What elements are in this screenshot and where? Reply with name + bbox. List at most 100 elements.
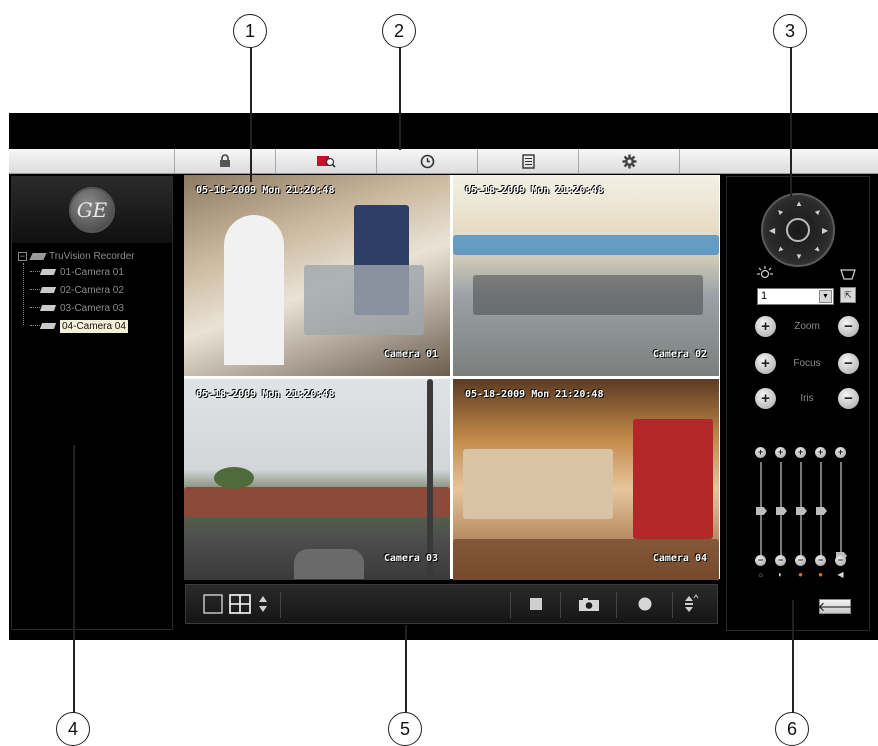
iris-open-button[interactable]: + — [755, 387, 776, 409]
image-slider-4[interactable]: + − ● — [815, 447, 827, 583]
video-tile-camera-02[interactable]: 05-18-2009 Mon 21:20:48 Camera 02 — [453, 175, 719, 376]
slider-increase-button[interactable]: + — [755, 447, 766, 458]
ptz-right-icon[interactable]: ▶ — [822, 227, 828, 235]
stop-button[interactable] — [516, 585, 556, 623]
wiper-icon[interactable] — [840, 268, 856, 280]
collapse-icon[interactable]: − — [18, 251, 27, 261]
record-button[interactable] — [622, 585, 668, 623]
callout-5: 5 — [388, 712, 422, 746]
goto-preset-icon: ⇱ — [844, 290, 852, 300]
zoom-label: Zoom — [794, 320, 820, 332]
focus-out-button[interactable]: − — [838, 352, 859, 374]
slider-thumb[interactable] — [816, 507, 827, 515]
lock-icon — [220, 154, 230, 167]
live-view-grid: 05-18-2009 Mon 21:20:48 Camera 01 05-18-… — [184, 175, 720, 580]
slider-increase-button[interactable]: + — [815, 447, 826, 458]
slider-increase-button[interactable]: + — [835, 447, 846, 458]
zoom-out-button[interactable]: − — [838, 315, 859, 337]
zoom-in-button[interactable]: + — [755, 315, 776, 337]
snapshot-button[interactable] — [566, 585, 612, 623]
goto-preset-button[interactable]: ⇱ — [840, 287, 856, 303]
camera-item-label: 04-Camera 04 — [60, 319, 128, 333]
callout-5-leader — [405, 625, 407, 718]
callout-6: 6 — [775, 712, 809, 746]
slider-decrease-button[interactable]: − — [815, 555, 826, 566]
search-button[interactable] — [275, 149, 376, 173]
ptz-auto-scan-icon[interactable] — [786, 218, 810, 242]
slider-thumb[interactable] — [756, 507, 767, 515]
lock-button[interactable] — [174, 149, 275, 173]
image-slider-1[interactable]: + − ☼ — [755, 447, 767, 583]
image-slider-3[interactable]: + − ● — [795, 447, 807, 583]
slider-track[interactable] — [840, 462, 842, 560]
slider-decrease-button[interactable]: − — [835, 555, 846, 566]
iris-label: Iris — [800, 392, 814, 404]
camera-list-panel: GE − TruVision Recorder 01-Camera 01 02-… — [11, 176, 173, 630]
camera-item-04[interactable]: 04-Camera 04 — [30, 317, 172, 335]
clock-icon — [420, 154, 434, 168]
single-view-button[interactable] — [202, 585, 224, 623]
image-slider-2[interactable]: + − ◐ — [775, 447, 787, 583]
camera-item-label: 02-Camera 02 — [60, 284, 124, 296]
video-tile-camera-01[interactable]: 05-18-2009 Mon 21:20:48 Camera 01 — [184, 175, 450, 376]
video-tile-camera-04[interactable]: 05-18-2009 Mon 21:20:48 Camera 04 — [453, 379, 719, 580]
ptz-left-icon[interactable]: ◀ — [769, 227, 775, 235]
record-icon — [638, 597, 652, 611]
focus-label: Focus — [793, 357, 821, 369]
stop-icon — [530, 598, 542, 610]
ptz-up-left-icon[interactable]: ▲ — [774, 206, 786, 218]
camera-item-02[interactable]: 02-Camera 02 — [30, 281, 172, 299]
iris-control: + Iris − — [755, 387, 859, 409]
camera-icon — [39, 323, 57, 329]
preset-select[interactable]: 1 ▼ — [757, 288, 834, 305]
single-view-icon — [203, 594, 223, 614]
layout-switch-icon — [259, 596, 267, 612]
ptz-down-right-icon[interactable]: ▼ — [812, 244, 824, 256]
settings-button[interactable] — [578, 149, 679, 173]
volume-adjust-button[interactable] — [676, 585, 706, 623]
slider-decrease-button[interactable]: − — [795, 555, 806, 566]
schedule-button[interactable] — [376, 149, 477, 173]
callout-3: 3 — [773, 14, 807, 48]
image-adjust-sliders: + − ☼ + − ◐ + − ● + − ● + − ◀ — [755, 447, 859, 583]
saturation-icon: ● — [798, 570, 803, 579]
ptz-down-left-icon[interactable]: ▼ — [774, 244, 786, 256]
video-tile-camera-03[interactable]: 05-18-2009 Mon 21:20:48 Camera 03 — [184, 379, 450, 580]
ptz-up-icon[interactable]: ▲ — [795, 200, 803, 208]
gear-icon — [622, 154, 636, 168]
focus-in-button[interactable]: + — [755, 352, 776, 374]
layout-switch-button[interactable] — [256, 585, 270, 623]
chevron-down-icon[interactable]: ▼ — [819, 290, 832, 303]
slider-decrease-button[interactable]: − — [755, 555, 766, 566]
recorder-icon — [29, 252, 47, 260]
image-slider-5[interactable]: + − ◀ — [835, 447, 847, 583]
volume-adjust-icon — [685, 594, 699, 612]
camera-item-01[interactable]: 01-Camera 01 — [30, 263, 172, 281]
ptz-up-right-icon[interactable]: ▲ — [812, 206, 824, 218]
ptz-direction-pad[interactable]: ▲ ▼ ◀ ▶ ▲ ▲ ▼ ▼ — [761, 193, 835, 267]
callout-2-leader — [399, 47, 401, 150]
log-button[interactable] — [477, 149, 578, 173]
slider-decrease-button[interactable]: − — [775, 555, 786, 566]
quad-view-button[interactable] — [228, 585, 252, 623]
tree-root[interactable]: − TruVision Recorder — [18, 249, 172, 263]
ptz-down-icon[interactable]: ▼ — [795, 253, 803, 261]
slider-thumb[interactable] — [776, 507, 787, 515]
iris-close-button[interactable]: − — [838, 387, 859, 409]
callout-2: 2 — [382, 14, 416, 48]
light-icon[interactable] — [757, 266, 773, 282]
contrast-icon: ◐ — [778, 570, 783, 579]
ptz-control-panel: ▲ ▼ ◀ ▶ ▲ ▲ ▼ ▼ 1 ▼ ⇱ + Zoom − + Focus −… — [726, 176, 870, 631]
back-button[interactable]: 🡐 — [818, 599, 852, 614]
camera-item-03[interactable]: 03-Camera 03 — [30, 299, 172, 317]
slider-increase-button[interactable]: + — [795, 447, 806, 458]
snapshot-icon — [579, 597, 599, 611]
camera-item-label: 03-Camera 03 — [60, 302, 124, 314]
slider-thumb[interactable] — [796, 507, 807, 515]
callout-1: 1 — [233, 14, 267, 48]
video-timestamp: 05-18-2009 Mon 21:20:48 — [196, 389, 335, 400]
quad-view-icon — [229, 594, 251, 614]
main-toolbar — [9, 149, 878, 174]
video-camera-label: Camera 03 — [383, 553, 438, 564]
slider-increase-button[interactable]: + — [775, 447, 786, 458]
